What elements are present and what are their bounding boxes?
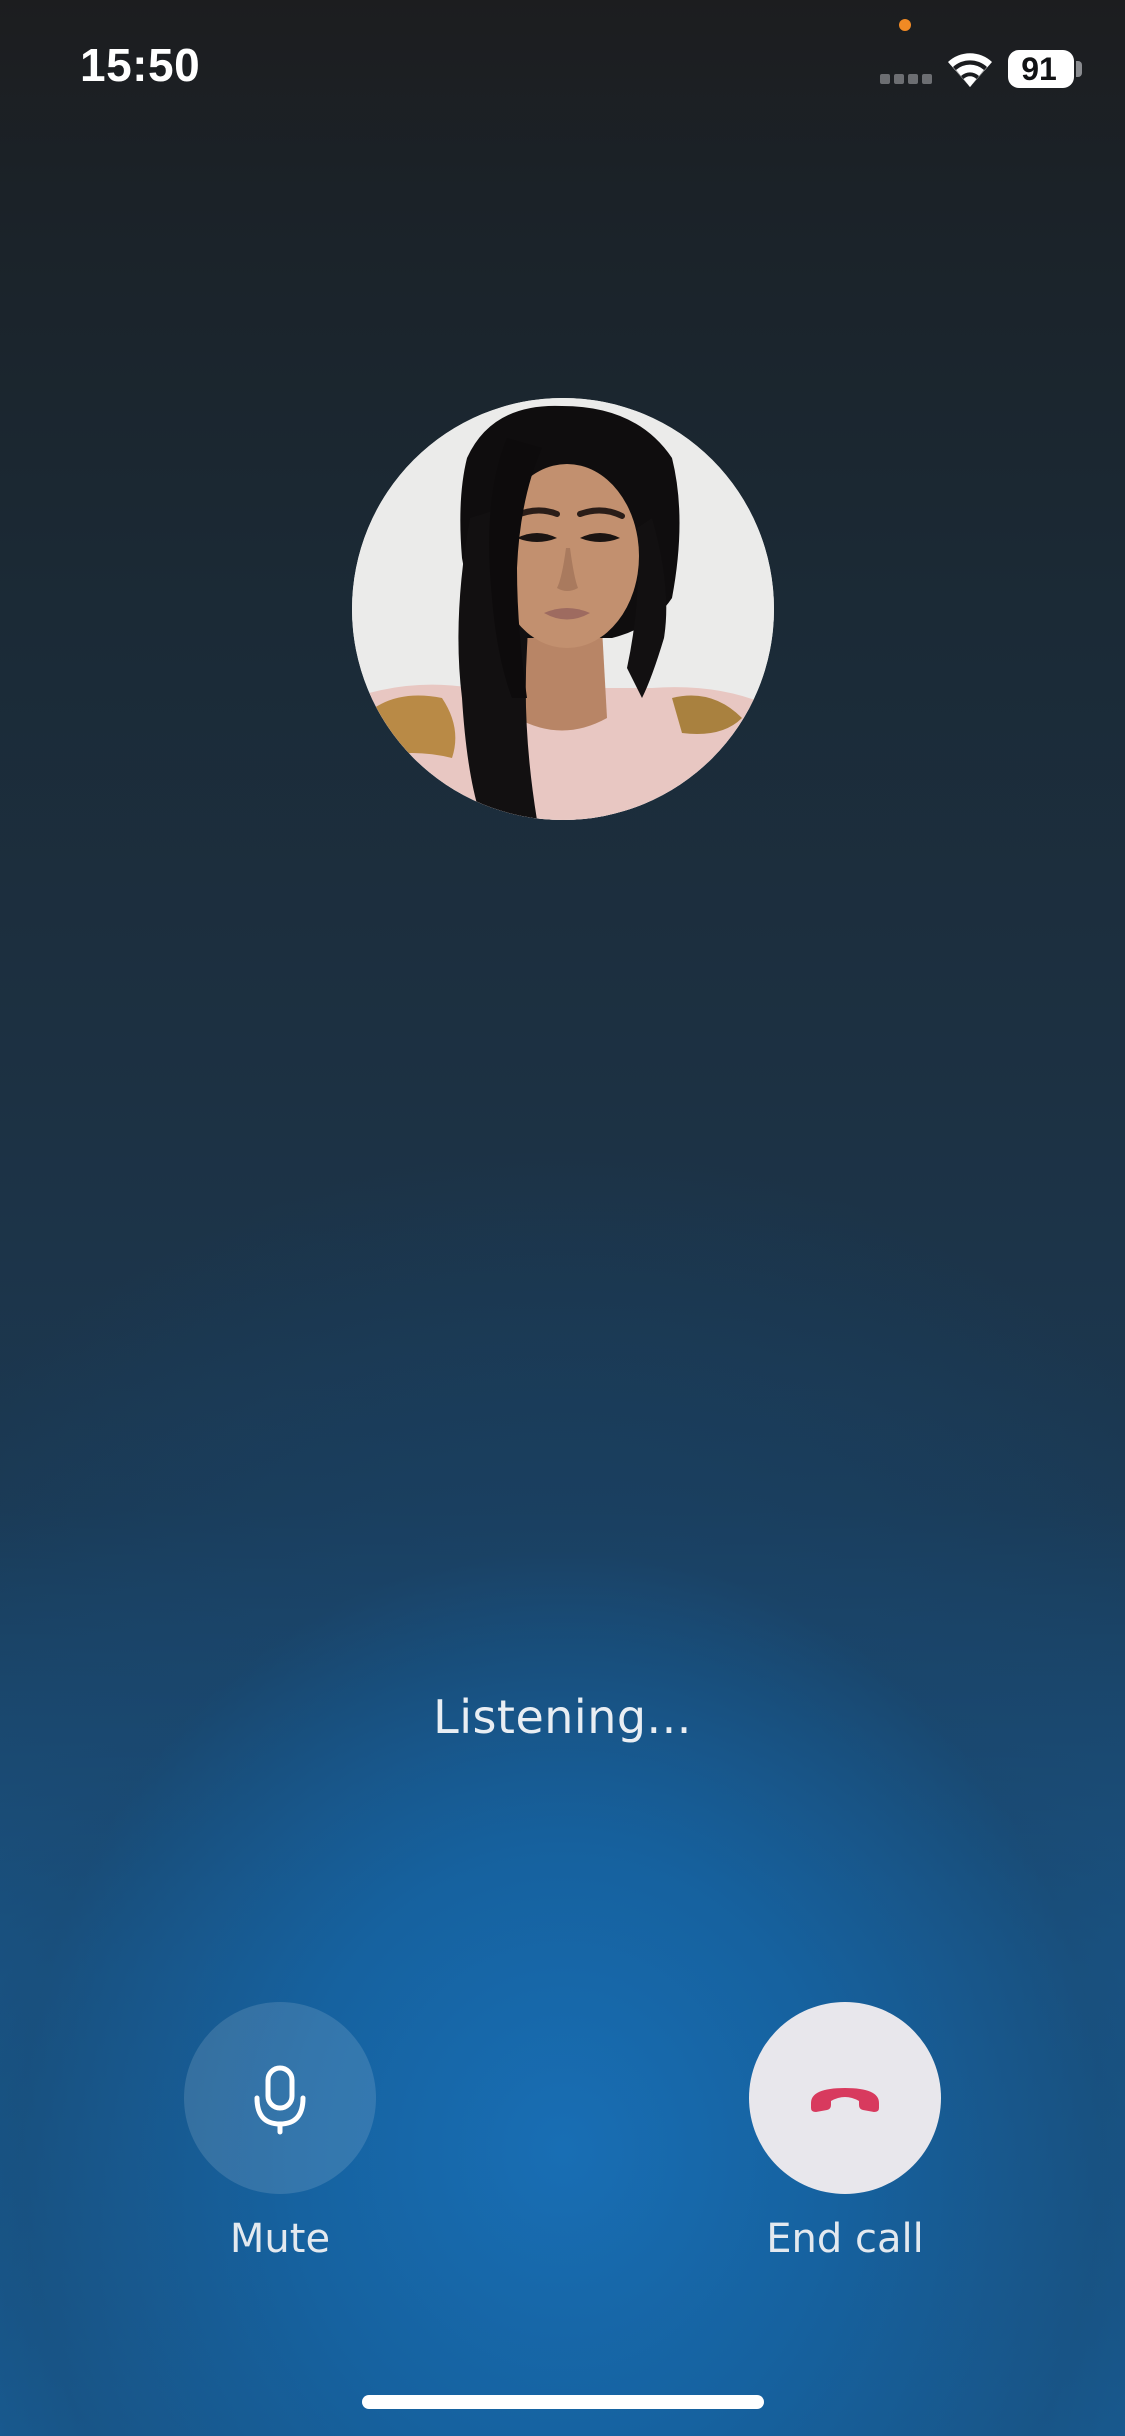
- home-indicator[interactable]: [362, 2395, 764, 2409]
- contact-photo: [352, 398, 774, 820]
- signal-icon: [880, 74, 934, 84]
- mute-button[interactable]: [184, 2002, 376, 2194]
- end-call-label: End call: [766, 2216, 924, 2262]
- mute-label: Mute: [229, 2216, 331, 2262]
- status-time: 15:50: [80, 39, 201, 91]
- call-status-text: Listening...: [433, 1690, 692, 1744]
- contact-avatar: [352, 398, 774, 820]
- battery-level: 91: [1021, 51, 1057, 87]
- end-call-button[interactable]: [749, 2002, 941, 2194]
- microphone-icon: [254, 2065, 306, 2135]
- battery-cap: [1076, 61, 1082, 77]
- privacy-indicator-dot: [899, 19, 911, 31]
- call-screen: 15:50 91 Listening... Mute End call: [0, 0, 1125, 2436]
- phone-hangup-icon: [811, 2088, 879, 2112]
- wifi-icon: [944, 50, 996, 88]
